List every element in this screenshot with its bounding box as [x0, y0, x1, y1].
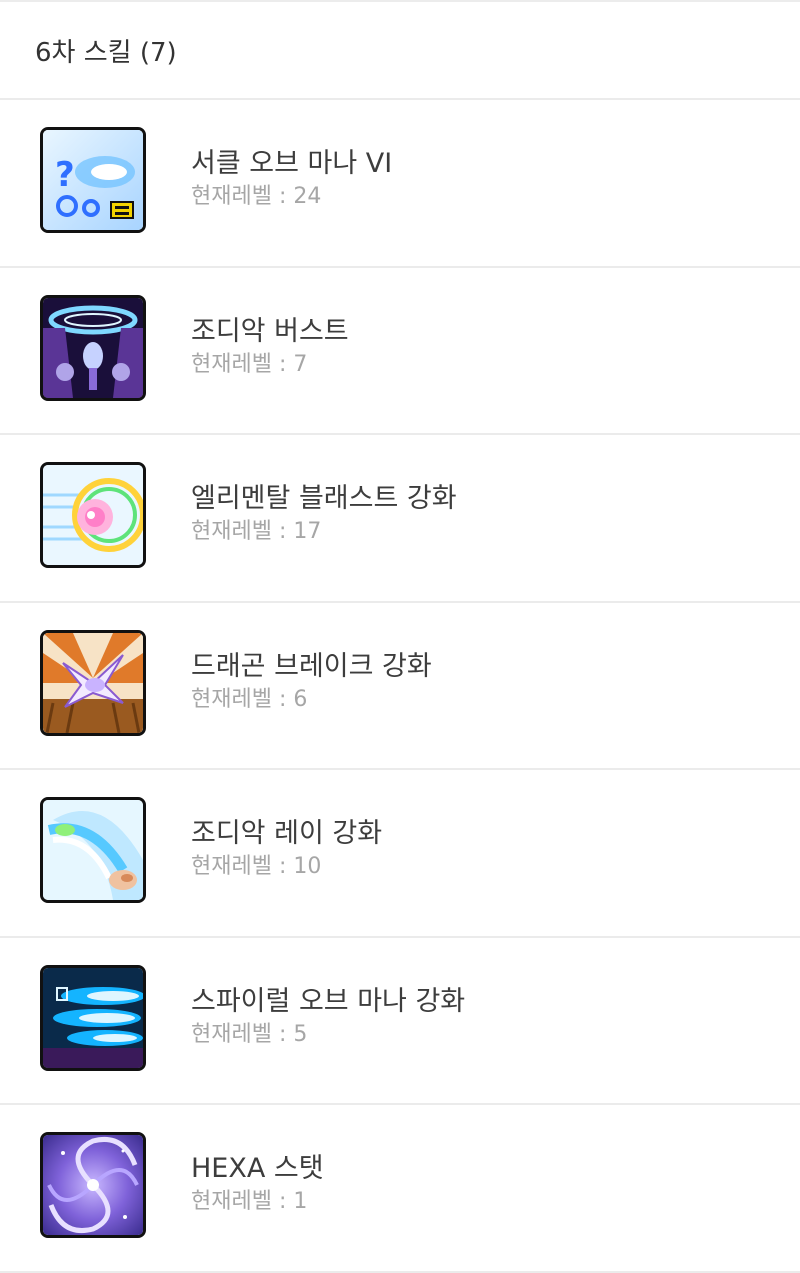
skill-level: 현재레벨 : 7 [191, 351, 308, 377]
dragon-break-icon [40, 629, 146, 736]
section-title: 6차 스킬 (7) [0, 2, 800, 100]
skill-name: 드래곤 브레이크 강화 [191, 650, 432, 682]
skill-name: 조디악 버스트 [191, 315, 349, 347]
skill-row-zodiac-burst[interactable]: 조디악 버스트 현재레벨 : 7 [0, 268, 800, 435]
skill-name: 엘리멘탈 블래스트 강화 [191, 483, 457, 514]
skill-row-spiral-of-mana[interactable]: 스파이럴 오브 마나 강화 현재레벨 : 5 [0, 938, 800, 1105]
skill-row-zodiac-ray[interactable]: 조디악 레이 강화 현재레벨 : 10 [0, 770, 800, 938]
skill-level: 현재레벨 : 17 [191, 519, 322, 544]
skill-level: 현재레벨 : 6 [191, 686, 308, 712]
skill-level: 현재레벨 : 5 [191, 1021, 308, 1047]
elemental-blast-icon [40, 462, 146, 568]
skill-row-elemental-blast[interactable]: 엘리멘탈 블래스트 강화 현재레벨 : 17 [0, 435, 800, 603]
zodiac-ray-icon [40, 797, 146, 903]
spiral-of-mana-icon [40, 964, 146, 1071]
zodiac-burst-icon [40, 294, 146, 401]
skill-level: 현재레벨 : 24 [191, 184, 322, 209]
hexa-stat-icon [40, 1132, 146, 1238]
skill-row-hexa-stat[interactable]: HEXA 스탯 현재레벨 : 1 [0, 1105, 800, 1273]
skill-row-dragon-break[interactable]: 드래곤 브레이크 강화 현재레벨 : 6 [0, 603, 800, 770]
skill-name: 스파이럴 오브 마나 강화 [191, 985, 466, 1017]
circle-of-mana-icon: ? [40, 127, 146, 233]
svg-text:?: ? [55, 155, 75, 195]
skill-list: ? 서클 오브 마나 VI 현재레벨 : 24 조디악 버스트 현재레벨: 7… [0, 100, 800, 1273]
skill-name: 조디악 레이 강화 [191, 818, 383, 849]
skill-name: HEXA 스탯 [191, 1153, 324, 1184]
skill-row-circle-of-mana[interactable]: ? 서클 오브 마나 VI 현재레벨 : 24 [0, 100, 800, 268]
skill-level: 현재레벨 : 10 [191, 854, 322, 879]
skill-level: 현재레벨 : 1 [191, 1189, 308, 1214]
skill-name: 서클 오브 마나 VI [191, 148, 393, 179]
